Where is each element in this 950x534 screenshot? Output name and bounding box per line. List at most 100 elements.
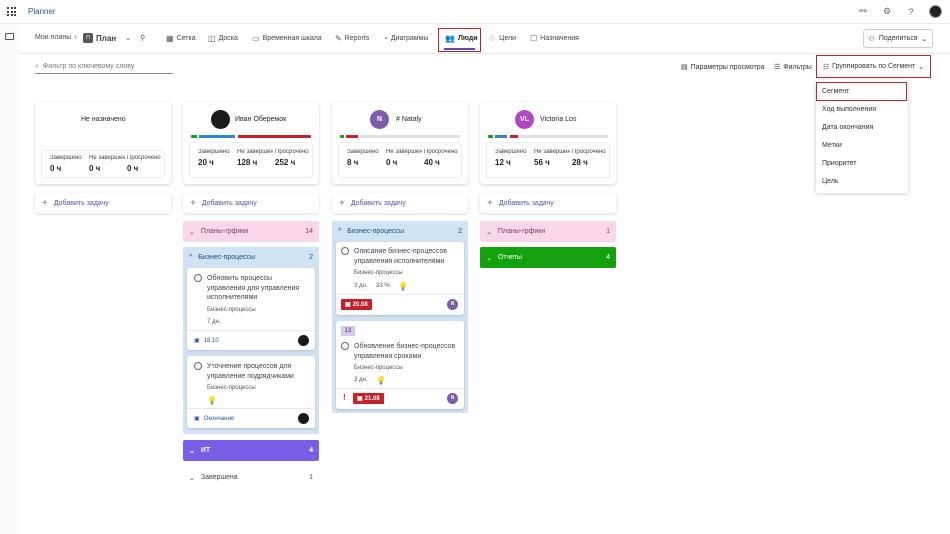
task-card[interactable]: Обновить процессы управления для управле… bbox=[187, 268, 315, 350]
stat-incomplete: Не завершено56 ч bbox=[534, 149, 570, 167]
person-name: # Nataly bbox=[396, 116, 422, 123]
plus-icon: + bbox=[487, 197, 493, 209]
person-card: Иван Оберемок Завершено20 ч Не завершено… bbox=[183, 102, 319, 184]
tab-goals[interactable]: ♢ Цели bbox=[489, 34, 516, 43]
progress-bar bbox=[340, 135, 460, 138]
keyword-filter-input[interactable]: ⌕ Фильтр по ключевому слову bbox=[35, 60, 173, 74]
avatar: N bbox=[370, 110, 389, 129]
bucket-header-plany[interactable]: ⌄ Планы-грфики 1 bbox=[480, 221, 616, 242]
add-task-button[interactable]: + Добавить задачу bbox=[35, 193, 171, 213]
chevron-down-icon[interactable]: ⌄ bbox=[125, 34, 131, 42]
complete-checkbox[interactable] bbox=[341, 247, 349, 255]
plan-title[interactable]: П План ⌄ ⚲ bbox=[83, 33, 145, 43]
app-name[interactable]: Planner bbox=[28, 7, 56, 16]
dropdown-option-goal[interactable]: Цель bbox=[822, 178, 839, 185]
task-card[interactable]: Уточнение процессов для управление подря… bbox=[187, 356, 315, 428]
tab-grid[interactable]: ▦ Сетка bbox=[166, 34, 196, 43]
task-progress: 33 % bbox=[376, 283, 390, 289]
complete-checkbox[interactable] bbox=[194, 362, 202, 370]
stat-overdue: Просрочено 0 ч bbox=[127, 155, 161, 173]
chevron-down-icon: ⌄ bbox=[189, 474, 195, 482]
assignee-avatar: N bbox=[447, 299, 458, 310]
tab-board[interactable]: ◫ Доска bbox=[208, 34, 238, 43]
charts-icon: ◔ bbox=[383, 34, 388, 43]
overdue-date-badge: ▣ 21.08 bbox=[353, 393, 384, 404]
timeline-icon: ▭ bbox=[252, 34, 260, 43]
stat-completed: Завершено 0 ч bbox=[50, 155, 82, 173]
plus-icon: + bbox=[190, 197, 196, 209]
view-params-button[interactable]: ▤ Параметры просмотра bbox=[681, 63, 765, 72]
top-bar: Planner ⚯ ⚙ ? bbox=[0, 0, 950, 24]
connect-icon[interactable]: ⚯ bbox=[857, 6, 869, 17]
group-by-button[interactable]: ☷ Группировать по Сегмент ⌄ bbox=[816, 55, 931, 78]
person-name: Не назначено bbox=[81, 116, 126, 123]
task-title: Обновление бизнес-процессов управления с… bbox=[354, 343, 456, 360]
tab-people-underline bbox=[444, 48, 475, 50]
tab-assignments[interactable]: ☐ Назначения bbox=[530, 34, 579, 43]
chevron-down-icon: ⌄ bbox=[486, 254, 492, 262]
chevron-right-icon: › bbox=[74, 34, 77, 41]
help-icon[interactable]: ? bbox=[905, 7, 917, 17]
bucket-header-it[interactable]: ⌄ ИТ 4 bbox=[183, 440, 319, 461]
bucket-header-biz[interactable]: ^ Бизнес-процессы 2 bbox=[183, 247, 319, 268]
task-title: Описание бизнес-процессов управления исп… bbox=[354, 248, 447, 265]
overdue-date-badge: ▣ 20.08 bbox=[341, 299, 372, 310]
progress-bar bbox=[488, 135, 608, 138]
stats-box: Завершено12 ч Не завершено56 ч Просрочен… bbox=[486, 142, 610, 178]
breadcrumb-my-plans[interactable]: Мои планы bbox=[35, 34, 71, 41]
stat-overdue: Просрочено 40 ч bbox=[424, 149, 458, 167]
task-duration: 3 дн. bbox=[354, 283, 368, 289]
task-bucket: Бизнес-процессы bbox=[207, 307, 256, 313]
panel-toggle-icon[interactable] bbox=[5, 33, 14, 40]
share-button[interactable]: ⚇ Поделиться ⌄ bbox=[863, 29, 933, 48]
task-duration: 7 дн. bbox=[207, 319, 221, 325]
grid-icon: ▦ bbox=[166, 34, 174, 43]
stats-box: Завершено8 ч Не завершено0 ч Просрочено4… bbox=[338, 142, 462, 178]
dropdown-option-priority[interactable]: Приоритет bbox=[822, 160, 857, 167]
tab-reports[interactable]: ✎ Reports bbox=[335, 34, 369, 43]
reports-icon: ✎ bbox=[335, 34, 342, 43]
divider bbox=[187, 408, 315, 409]
dropdown-option-due-date[interactable]: Дата окончания bbox=[822, 124, 873, 131]
lightbulb-icon: 💡 bbox=[207, 396, 217, 405]
pin-icon[interactable]: ⚲ bbox=[140, 34, 145, 42]
chevron-up-icon: ^ bbox=[189, 254, 193, 261]
filters-button[interactable]: ☰ Фильтры bbox=[774, 63, 812, 72]
stats-box: Завершено20 ч Не завершено128 ч Просроче… bbox=[189, 142, 313, 178]
divider bbox=[336, 294, 464, 295]
complete-checkbox[interactable] bbox=[341, 342, 349, 350]
completed-section-toggle[interactable]: ⌄ Завершена 1 bbox=[183, 467, 319, 488]
bucket-header-biz[interactable]: ^ Бизнес-процессы 2 bbox=[332, 221, 468, 242]
bucket-header-reports[interactable]: ⌄ Отчеты 4 bbox=[480, 247, 616, 268]
dropdown-option-progress[interactable]: Ход выполнения bbox=[822, 106, 876, 113]
person-name: Иван Оберемок bbox=[235, 116, 287, 123]
goal-icon: ♢ bbox=[489, 34, 497, 43]
plan-name: План bbox=[96, 33, 117, 43]
settings-icon[interactable]: ⚙ bbox=[881, 6, 893, 17]
task-title: Уточнение процессов для управление подря… bbox=[207, 363, 294, 380]
search-icon: ⌕ bbox=[35, 62, 39, 70]
app-launcher-icon[interactable] bbox=[7, 7, 16, 16]
lightbulb-icon: 💡 bbox=[376, 376, 386, 385]
complete-checkbox[interactable] bbox=[194, 274, 202, 282]
task-due-date: ▣ Окончание bbox=[194, 415, 235, 423]
task-card[interactable]: 13 Обновление бизнес-процессов управлени… bbox=[336, 321, 464, 409]
tab-charts[interactable]: ◔ Диаграммы bbox=[383, 34, 428, 43]
tab-timeline[interactable]: ▭ Временная шкала bbox=[252, 34, 322, 43]
add-task-button[interactable]: + Добавить задачу bbox=[183, 193, 319, 213]
add-task-button[interactable]: + Добавить задачу bbox=[480, 193, 616, 213]
user-avatar[interactable] bbox=[929, 5, 942, 18]
bucket-header-plany[interactable]: ⌄ Планы-грфики 14 bbox=[183, 221, 319, 242]
stat-incomplete: Не завершено128 ч bbox=[237, 149, 273, 167]
priority-urgent-icon: ! bbox=[343, 393, 346, 402]
calendar-icon: ▣ bbox=[194, 416, 200, 422]
add-task-button[interactable]: + Добавить задачу bbox=[332, 193, 468, 213]
share-icon: ⚇ bbox=[868, 35, 875, 43]
task-card[interactable]: Описание бизнес-процессов управления исп… bbox=[336, 242, 464, 315]
breadcrumb[interactable]: Мои планы › bbox=[35, 34, 77, 41]
dropdown-option-labels[interactable]: Метки bbox=[822, 142, 842, 149]
task-bucket: Бизнес-процессы bbox=[354, 270, 403, 276]
person-card: Не назначено Завершено0 ч Не завершено0 … bbox=[35, 102, 171, 184]
divider bbox=[187, 330, 315, 331]
chevron-down-icon: ⌄ bbox=[918, 63, 925, 71]
